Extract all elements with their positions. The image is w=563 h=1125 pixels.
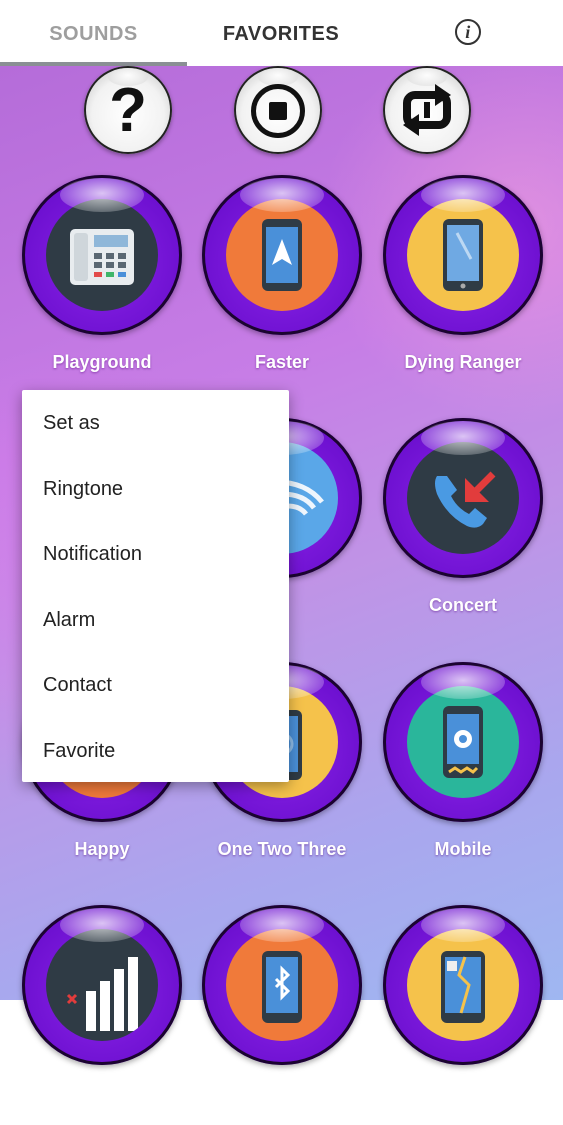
phone-arrow-icon [226, 199, 338, 311]
incoming-call-icon [407, 442, 519, 554]
tab-bar: SOUNDS FAVORITES i [0, 0, 563, 66]
broken-phone-icon [407, 929, 519, 1041]
menu-item-favorite[interactable]: Favorite [43, 740, 115, 763]
sound-label: Playground [52, 352, 152, 372]
repeat-icon [403, 84, 451, 136]
signal-bars-icon [46, 929, 158, 1041]
sound-tile-dying-ranger[interactable]: Dying Ranger [383, 175, 543, 395]
glint [240, 908, 324, 942]
desk-phone-icon [46, 199, 158, 311]
stop-button[interactable] [234, 66, 322, 154]
sound-label: One Two Three [217, 839, 347, 859]
menu-item-notification[interactable]: Notification [43, 543, 142, 566]
sound-tile-bluetooth[interactable] [202, 905, 362, 1125]
phone-gear-icon [407, 686, 519, 798]
tab-sounds[interactable]: SOUNDS [0, 0, 187, 66]
menu-item-alarm[interactable]: Alarm [43, 609, 95, 632]
tab-info[interactable]: i [375, 0, 563, 66]
sound-label: Concert [428, 595, 497, 615]
glint [60, 178, 144, 212]
sound-label: Mobile [434, 839, 492, 859]
repeat-button[interactable] [383, 66, 471, 154]
sound-tile-faster[interactable]: Faster [202, 175, 362, 395]
glint [421, 908, 505, 942]
stop-square [269, 102, 287, 120]
glint [421, 178, 505, 212]
sound-tile-signal-bars[interactable] [22, 905, 182, 1125]
bluetooth-phone-icon [226, 929, 338, 1041]
info-icon: i [455, 19, 481, 45]
smartphone-icon [407, 199, 519, 311]
sound-tile-mobile[interactable]: Mobile [383, 662, 543, 882]
glint [240, 178, 324, 212]
glint [421, 665, 505, 699]
set-as-menu: Set as Ringtone Notification Alarm Conta… [22, 390, 289, 782]
help-button[interactable]: ? [84, 66, 172, 154]
sound-tile-playground[interactable]: Playground [22, 175, 182, 395]
tab-favorites[interactable]: FAVORITES [187, 0, 375, 66]
menu-title: Set as [43, 412, 100, 434]
glint [60, 908, 144, 942]
sound-label: Happy [74, 839, 130, 859]
sound-label: Faster [254, 352, 310, 372]
help-icon: ? [109, 76, 147, 145]
menu-item-ringtone[interactable]: Ringtone [43, 478, 123, 501]
sound-label: Dying Ranger [404, 352, 522, 372]
sound-tile-broken-phone[interactable] [383, 905, 543, 1125]
menu-item-contact[interactable]: Contact [43, 674, 112, 697]
glint [421, 421, 505, 455]
sound-tile-concert[interactable]: Concert [383, 418, 543, 638]
